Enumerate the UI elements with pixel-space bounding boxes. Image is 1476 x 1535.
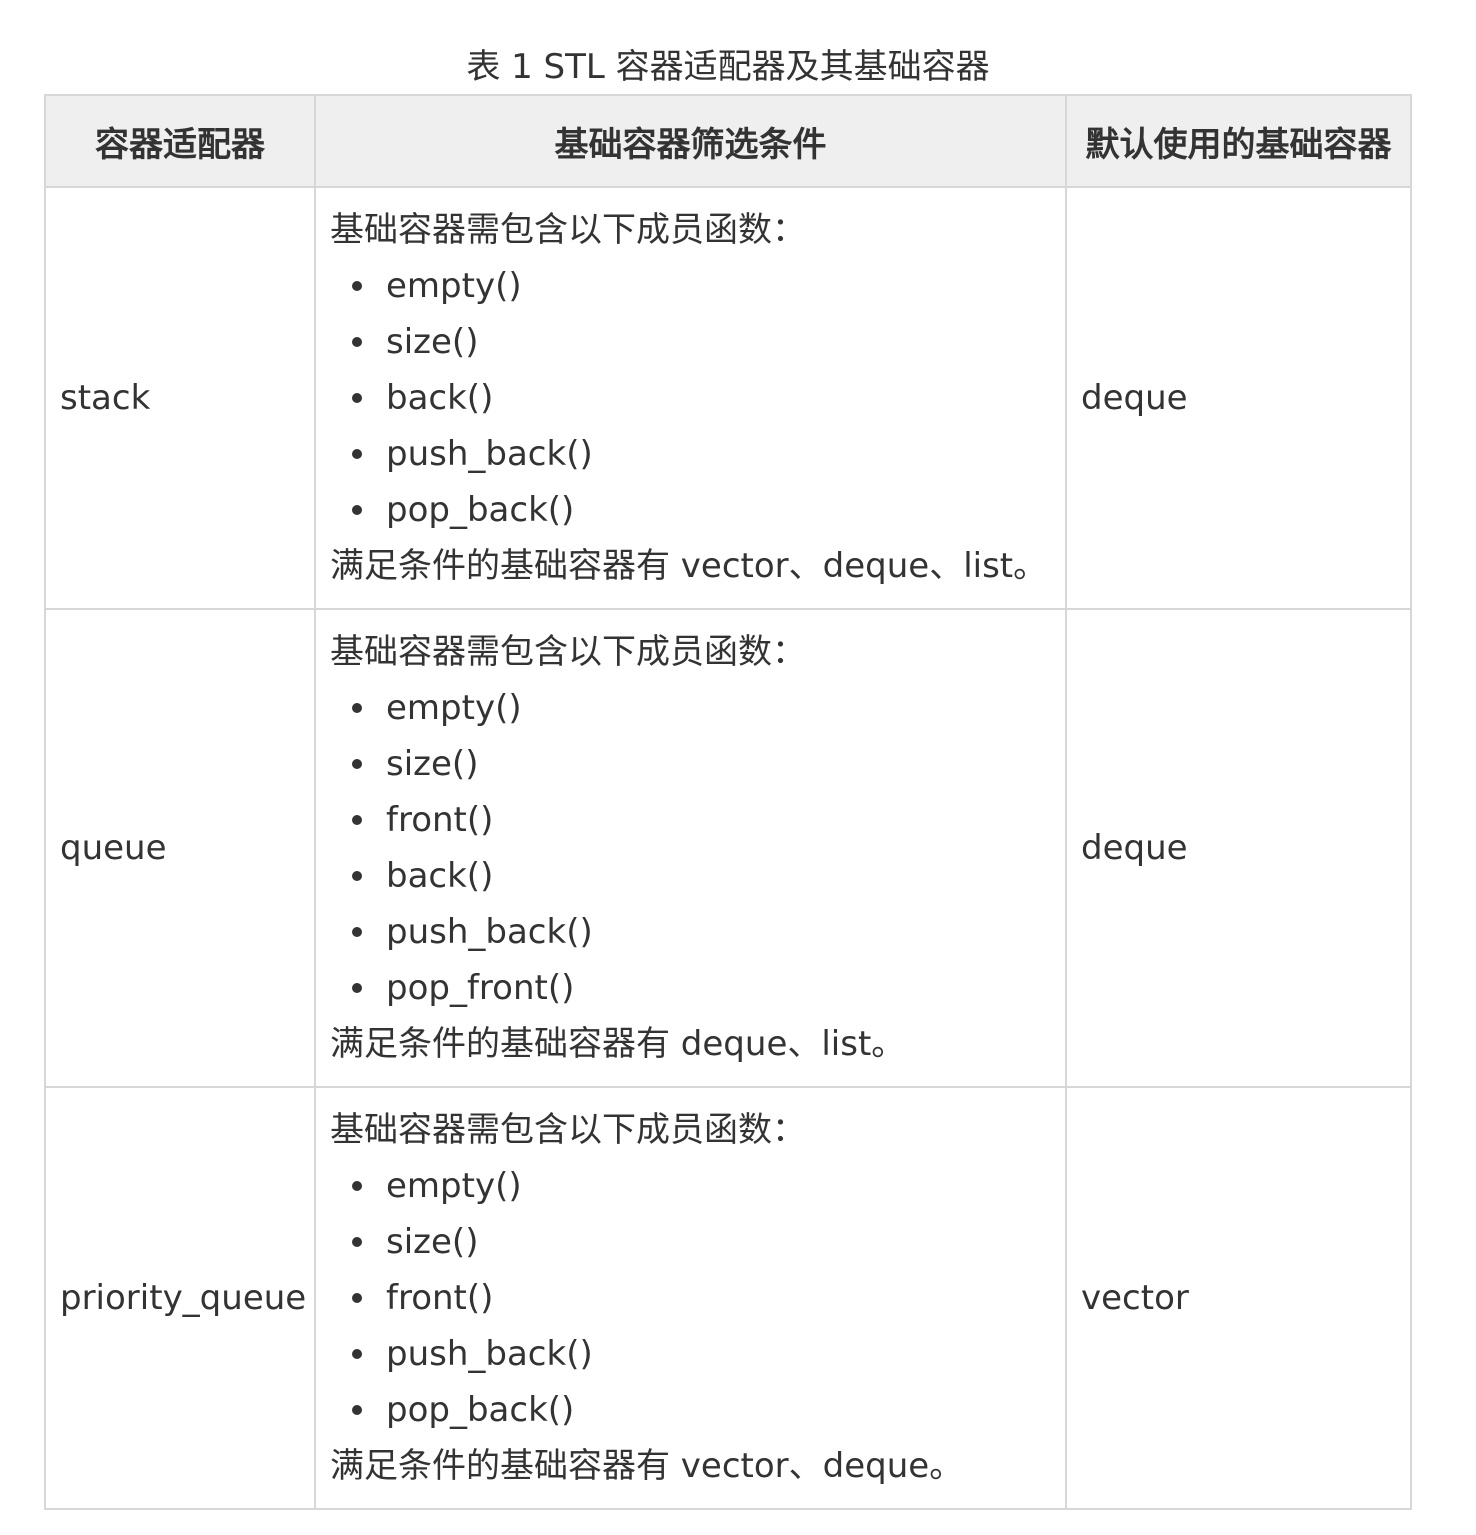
- condition-summary: 满足条件的基础容器有 vector、deque、list。: [330, 546, 1048, 586]
- function-item: push_back(): [330, 904, 1051, 960]
- bullet-icon: [352, 1181, 362, 1191]
- condition-intro: 基础容器需包含以下成员函数：: [330, 210, 806, 250]
- function-name: empty(): [386, 688, 522, 728]
- function-name: front(): [386, 800, 494, 840]
- function-item: push_back(): [330, 426, 1051, 482]
- condition-cell: 基础容器需包含以下成员函数： empty() size() back() pus…: [314, 186, 1067, 610]
- function-item: empty(): [330, 258, 1051, 314]
- table-row: priority_queue 基础容器需包含以下成员函数： empty() si…: [44, 1086, 1412, 1510]
- condition-cell: 基础容器需包含以下成员函数： empty() size() front() ba…: [314, 608, 1067, 1088]
- header-condition: 基础容器筛选条件: [314, 94, 1067, 188]
- function-name: empty(): [386, 266, 522, 306]
- bullet-icon: [352, 449, 362, 459]
- function-name: push_back(): [386, 912, 593, 952]
- bullet-icon: [352, 1293, 362, 1303]
- function-item: pop_front(): [330, 960, 1051, 1016]
- function-name: push_back(): [386, 434, 593, 474]
- function-item: front(): [330, 1270, 1051, 1326]
- function-name: size(): [386, 322, 479, 362]
- table-row: stack 基础容器需包含以下成员函数： empty() size() back…: [44, 186, 1412, 610]
- table-caption: 表 1 STL 容器适配器及其基础容器: [466, 47, 990, 87]
- function-item: empty(): [330, 680, 1051, 736]
- function-name: pop_back(): [386, 490, 575, 530]
- function-name: pop_back(): [386, 1390, 575, 1430]
- bullet-icon: [352, 871, 362, 881]
- bullet-icon: [352, 281, 362, 291]
- condition-summary: 满足条件的基础容器有 vector、deque。: [330, 1446, 964, 1486]
- header-adapter: 容器适配器: [44, 94, 316, 188]
- function-item: size(): [330, 314, 1051, 370]
- adapter-cell: priority_queue: [44, 1086, 316, 1510]
- condition-intro: 基础容器需包含以下成员函数：: [330, 1110, 806, 1150]
- adapter-table: 容器适配器 基础容器筛选条件 默认使用的基础容器 stack 基础容器需包含以下…: [44, 94, 1412, 1510]
- default-cell: deque: [1065, 186, 1412, 610]
- header-row: 容器适配器 基础容器筛选条件 默认使用的基础容器: [44, 94, 1412, 188]
- function-name: back(): [386, 856, 494, 896]
- function-item: front(): [330, 792, 1051, 848]
- condition-cell: 基础容器需包含以下成员函数： empty() size() front() pu…: [314, 1086, 1067, 1510]
- bullet-icon: [352, 505, 362, 515]
- function-item: back(): [330, 370, 1051, 426]
- default-cell: vector: [1065, 1086, 1412, 1510]
- function-name: front(): [386, 1278, 494, 1318]
- function-name: back(): [386, 378, 494, 418]
- function-item: size(): [330, 1214, 1051, 1270]
- function-name: size(): [386, 1222, 479, 1262]
- bullet-icon: [352, 815, 362, 825]
- function-name: empty(): [386, 1166, 522, 1206]
- function-item: push_back(): [330, 1326, 1051, 1382]
- table-row: queue 基础容器需包含以下成员函数： empty() size() fron…: [44, 608, 1412, 1088]
- header-default: 默认使用的基础容器: [1065, 94, 1412, 188]
- function-item: pop_back(): [330, 1382, 1051, 1438]
- bullet-icon: [352, 393, 362, 403]
- adapter-cell: stack: [44, 186, 316, 610]
- bullet-icon: [352, 703, 362, 713]
- bullet-icon: [352, 927, 362, 937]
- bullet-icon: [352, 337, 362, 347]
- bullet-icon: [352, 1237, 362, 1247]
- bullet-icon: [352, 1349, 362, 1359]
- function-name: pop_front(): [386, 968, 575, 1008]
- function-item: pop_back(): [330, 482, 1051, 538]
- condition-summary: 满足条件的基础容器有 deque、list。: [330, 1024, 906, 1064]
- function-item: size(): [330, 736, 1051, 792]
- bullet-icon: [352, 983, 362, 993]
- adapter-cell: queue: [44, 608, 316, 1088]
- function-name: push_back(): [386, 1334, 593, 1374]
- function-name: size(): [386, 744, 479, 784]
- default-cell: deque: [1065, 608, 1412, 1088]
- bullet-icon: [352, 759, 362, 769]
- function-item: empty(): [330, 1158, 1051, 1214]
- condition-intro: 基础容器需包含以下成员函数：: [330, 632, 806, 672]
- function-item: back(): [330, 848, 1051, 904]
- bullet-icon: [352, 1405, 362, 1415]
